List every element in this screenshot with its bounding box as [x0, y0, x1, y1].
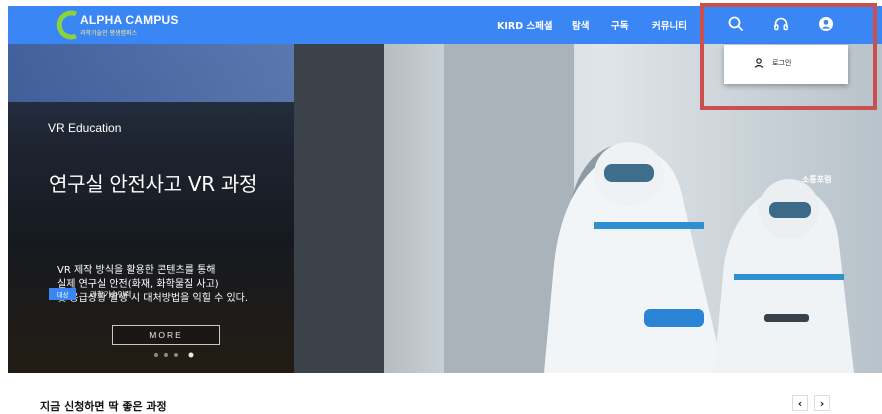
more-button[interactable]: MORE [112, 325, 220, 345]
logo-title: ALPHA CAMPUS [80, 13, 179, 27]
nav-kird-special[interactable]: KIRD 스페셜 [497, 18, 553, 32]
page: VR Education 연구실 안전사고 VR 과정 VR 제작 방식을 활용… [0, 0, 882, 414]
hero-tag: VR Education [48, 121, 122, 135]
hero-description-line: 및 응급상황 발생 시 대처방법을 익힐 수 있다. [57, 293, 249, 304]
hero-left-panel [8, 44, 294, 373]
target-badge: 대상 [49, 288, 76, 300]
hero-description-line: VR 제작 방식을 활용한 콘텐츠를 통해 [57, 265, 216, 276]
nav-community[interactable]: 커뮤니티 [652, 18, 687, 32]
logo-subtitle: 과학기술인 평생캠퍼스 [80, 30, 138, 37]
hero-description: VR 제작 방식을 활용한 콘텐츠를 통해 실제 연구실 안전(화재, 화학물질… [57, 264, 248, 306]
nav-subscribe[interactable]: 구독 [611, 18, 628, 32]
carousel-dots[interactable] [151, 352, 201, 358]
highlight-box [700, 3, 877, 110]
section-title: 지금 신청하면 딱 좋은 과정 [40, 400, 167, 413]
hero-left-top-graphic [8, 44, 294, 102]
logo[interactable]: ALPHA CAMPUS 과학기술인 평생캠퍼스 [52, 10, 192, 40]
side-text: 소통포럼 [802, 175, 832, 184]
target-value: 과학기술인력 [90, 290, 132, 299]
hero-title: 연구실 안전사고 VR 과정 [49, 172, 258, 196]
prev-button[interactable]: ‹ [792, 395, 808, 411]
nav-explore[interactable]: 탐색 [572, 18, 589, 32]
hero-description-line: 실제 연구실 안전(화재, 화학물질 사고) [57, 279, 219, 290]
next-button[interactable]: › [814, 395, 830, 411]
